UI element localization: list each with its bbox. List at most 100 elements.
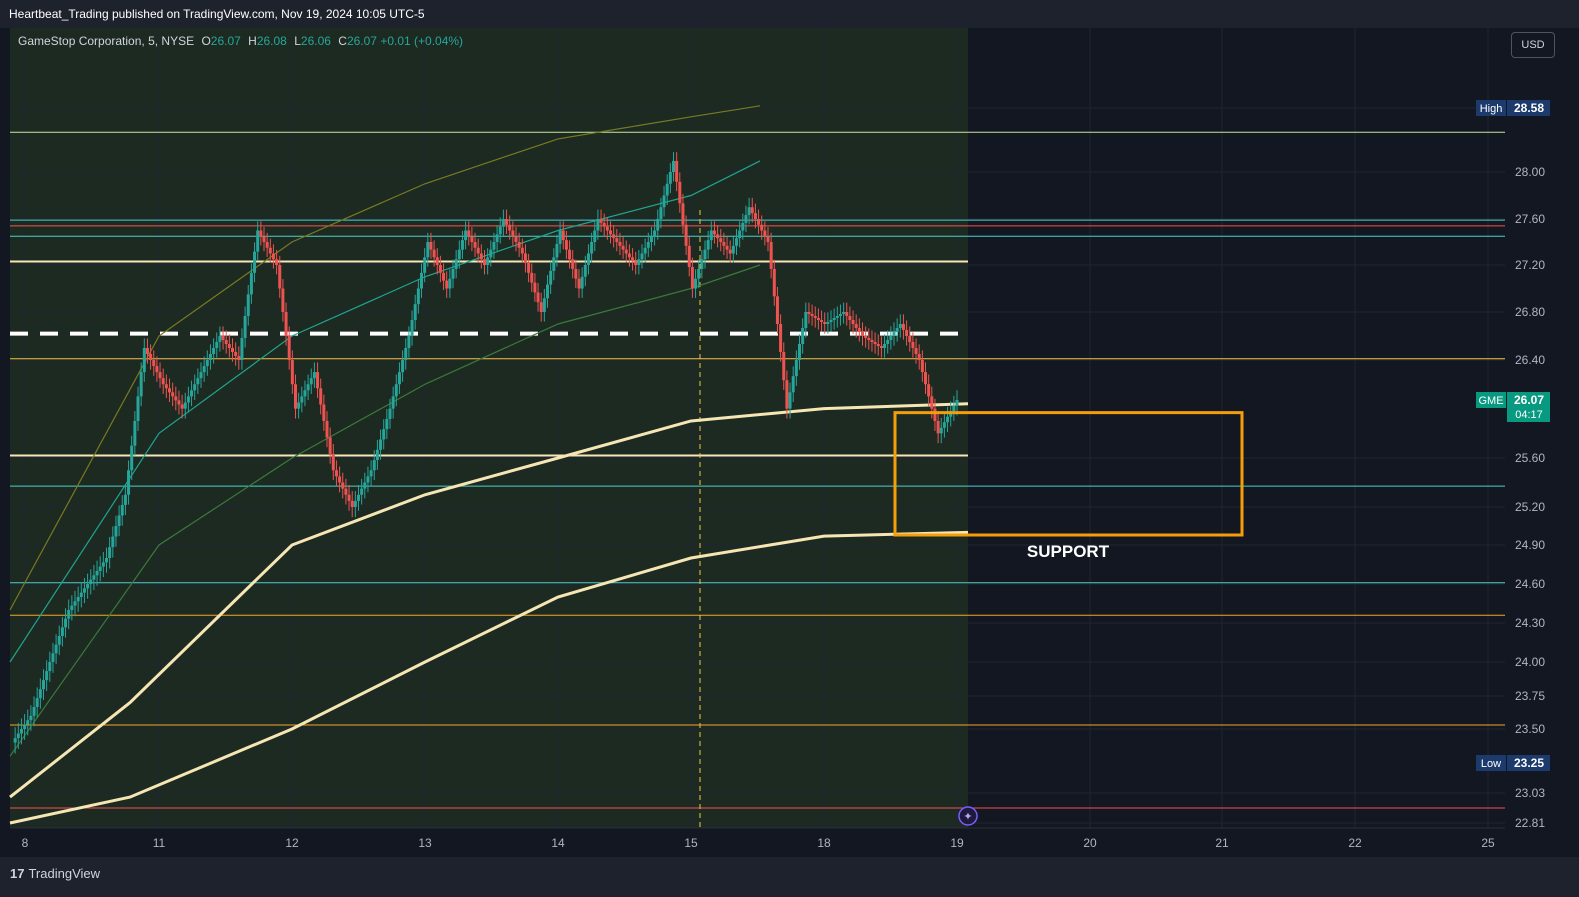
candle-body (709, 230, 713, 241)
candle-body (357, 494, 360, 501)
candle-body (322, 404, 326, 421)
last-price-badge-countdown: 04:17 (1515, 409, 1543, 421)
footer-bar: 17 TradingView (0, 857, 1579, 897)
price-axis[interactable]: 28.00 27.60 27.20 26.80 26.40 25.60 25.20 24.90… (1506, 28, 1579, 857)
price-chart[interactable]: SUPPORT✦ 28.0027.6027.2026.8026.4025.602… (0, 0, 1579, 897)
candle-body (401, 360, 405, 373)
candle-body (930, 396, 934, 409)
candle-body (149, 354, 153, 360)
currency-button[interactable]: USD (1511, 32, 1555, 58)
candle-body (561, 230, 565, 241)
candle-body (73, 601, 77, 606)
candle-body (687, 245, 691, 267)
candle-body (564, 240, 568, 250)
candle-body (303, 390, 307, 397)
candle-body (212, 348, 216, 354)
candle-body (344, 488, 348, 495)
candle-body (287, 336, 291, 360)
candle-body (221, 336, 225, 340)
candle-body (498, 226, 502, 235)
candle-body (199, 372, 203, 379)
candle-body (826, 322, 830, 324)
candle-body (653, 230, 657, 237)
candle-body (416, 288, 420, 305)
candle-body (473, 242, 477, 248)
candle-body (662, 195, 666, 208)
candle-body (174, 396, 178, 401)
candle-body (955, 400, 959, 406)
tradingview-icon: 17 (10, 866, 25, 881)
candle-body (385, 418, 389, 430)
price-tick-label: 25.60 (1515, 451, 1545, 465)
candle-body (867, 338, 871, 340)
candle-body (621, 245, 625, 250)
price-tick-label: 27.20 (1515, 258, 1545, 272)
candle-body (464, 230, 468, 241)
candle-body (388, 408, 392, 419)
candle-body (325, 420, 329, 438)
tradingview-logo[interactable]: 17 TradingView (10, 866, 100, 881)
candle-body (319, 388, 323, 405)
candle-body (366, 476, 370, 483)
candle-body (420, 272, 423, 289)
candle-body (615, 238, 619, 242)
candle-body (779, 324, 783, 352)
time-tick-label: 18 (817, 836, 831, 850)
candle-body (848, 316, 852, 320)
candle-body (397, 372, 401, 385)
candle-body (807, 312, 811, 314)
candle-body (123, 494, 127, 505)
candle-body (738, 230, 742, 239)
candle-body (423, 257, 427, 273)
candle-body (861, 332, 864, 336)
candle-body (942, 422, 946, 428)
candle-body (782, 352, 786, 381)
candle-body (505, 219, 509, 225)
time-tick-label: 25 (1481, 836, 1495, 850)
low-badge-value: 23.25 (1514, 756, 1544, 770)
candle-body (816, 318, 820, 320)
candle-body (492, 242, 496, 250)
candle-body (763, 230, 767, 237)
candle-body (772, 268, 776, 297)
price-tick-label: 25.20 (1515, 500, 1545, 514)
candle-body (851, 320, 855, 324)
price-tick-label: 23.03 (1515, 786, 1545, 800)
candle-body (741, 222, 745, 231)
candle-body (111, 536, 115, 548)
candle-body (520, 247, 524, 254)
candle-body (842, 312, 846, 314)
candle-body (631, 257, 635, 262)
high-value: 26.08 (256, 34, 287, 48)
candle-body (275, 259, 279, 265)
candle-body (905, 330, 909, 336)
candle-body (706, 240, 710, 250)
candle-body (908, 336, 912, 342)
candle-body (259, 230, 263, 237)
candle-body (375, 449, 379, 461)
candle-body (618, 242, 622, 246)
close-value: 26.07 (346, 34, 377, 48)
change-value: +0.01 (+0.04%) (380, 34, 464, 48)
candle-body (508, 224, 512, 231)
candle-body (271, 253, 275, 260)
candle-body (316, 372, 320, 389)
candle-body (533, 282, 537, 293)
candle-body (901, 324, 905, 330)
candle-body (237, 356, 241, 360)
candle-body (205, 360, 209, 367)
candle-body (920, 360, 924, 373)
candle-body (193, 384, 197, 391)
candle-body (845, 312, 849, 316)
candle-body (668, 172, 672, 184)
candle-body (51, 653, 55, 662)
price-tick-label: 24.30 (1515, 616, 1545, 630)
time-tick-label: 13 (418, 836, 432, 850)
candle-body (186, 396, 190, 403)
candle-body (379, 439, 383, 450)
candle-body (483, 259, 486, 265)
candle-body (240, 338, 244, 360)
time-tick-label: 12 (285, 836, 299, 850)
candle-body (139, 372, 143, 397)
candle-body (64, 618, 68, 628)
